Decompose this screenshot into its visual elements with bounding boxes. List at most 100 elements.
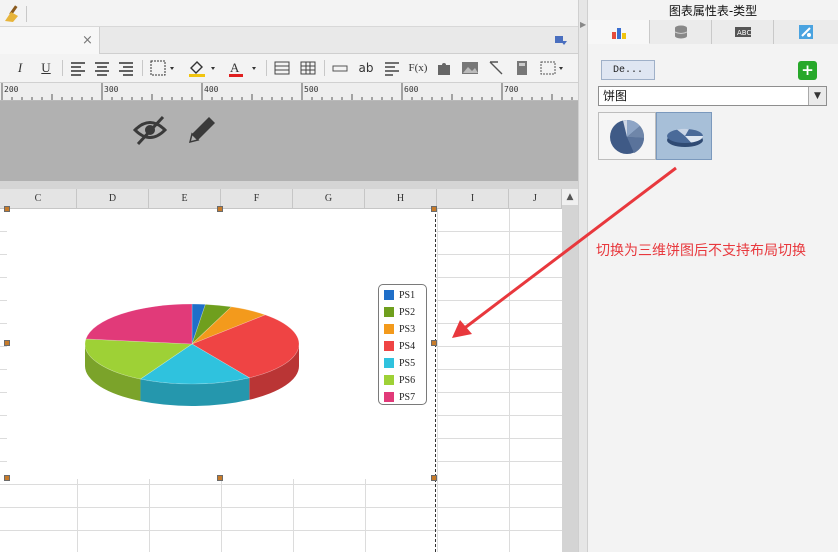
chart-type-icon <box>611 27 626 39</box>
add-icon[interactable]: + <box>798 61 817 80</box>
puzzle-icon[interactable] <box>434 58 454 78</box>
tab-style[interactable]: ABC <box>712 20 774 44</box>
text-icon[interactable]: ab <box>356 58 376 78</box>
chevron-down-icon[interactable]: ▼ <box>808 87 826 105</box>
grid-column-line <box>437 209 438 552</box>
legend-label: PS6 <box>399 374 416 386</box>
column-header-f[interactable]: F <box>221 189 293 209</box>
resize-handle[interactable] <box>4 206 10 212</box>
column-header-d[interactable]: D <box>77 189 149 209</box>
title-strip <box>0 0 578 27</box>
font-color-icon[interactable]: A <box>226 58 260 78</box>
ruler-label: 400 <box>204 85 219 94</box>
resize-handle[interactable] <box>4 340 10 346</box>
resize-handle[interactable] <box>431 340 437 346</box>
align-right-icon[interactable] <box>116 58 136 78</box>
pie-3d-icon <box>667 128 703 147</box>
divider <box>26 6 27 22</box>
toolbar-separator <box>266 60 267 76</box>
merge-icon[interactable] <box>272 58 292 78</box>
fill-color-icon[interactable] <box>186 58 218 78</box>
legend-item: PS2 <box>384 305 415 319</box>
legend-label: PS4 <box>399 340 416 352</box>
legend-swatch <box>384 324 394 334</box>
resize-handle[interactable] <box>217 475 223 481</box>
svg-text:A: A <box>230 60 240 75</box>
legend-item: PS6 <box>384 373 415 387</box>
ruler-label: 600 <box>404 85 419 94</box>
toolbar-separator <box>142 60 143 76</box>
text-style-icon: ABC <box>734 27 751 37</box>
legend-item: PS4 <box>384 339 415 353</box>
annotation-text: 切换为三维饼图后不支持布局切换 <box>596 243 806 259</box>
resize-handle[interactable] <box>4 475 10 481</box>
borders-icon[interactable] <box>148 58 176 78</box>
legend-label: PS2 <box>399 306 416 318</box>
chart-area[interactable] <box>7 209 435 479</box>
tab-chart-type[interactable] <box>588 20 650 44</box>
column-header-e[interactable]: E <box>149 189 221 209</box>
frame-icon[interactable] <box>538 58 566 78</box>
image-icon[interactable] <box>460 58 480 78</box>
tab-effects[interactable] <box>774 20 838 44</box>
resize-handle[interactable] <box>217 206 223 212</box>
pie-slice-ps7 <box>85 303 193 345</box>
column-header-g[interactable]: G <box>293 189 365 209</box>
legend-label: PS3 <box>399 323 416 335</box>
resize-handle[interactable] <box>431 475 437 481</box>
chart-type-value: 饼图 <box>603 89 628 103</box>
document-icon[interactable] <box>512 58 532 78</box>
chart-type-select[interactable] <box>598 86 827 106</box>
toolbar-separator <box>324 60 325 76</box>
edit-pencil-icon[interactable] <box>185 113 219 147</box>
legend-label: PS1 <box>399 289 416 301</box>
resize-handle[interactable] <box>431 206 437 212</box>
align-center-icon[interactable] <box>92 58 112 78</box>
panel-menu-icon[interactable] <box>554 35 568 47</box>
hide-icon[interactable] <box>132 113 168 147</box>
legend-swatch <box>384 290 394 300</box>
legend-swatch <box>384 307 394 317</box>
paragraph-icon[interactable] <box>382 58 402 78</box>
database-icon <box>674 25 687 39</box>
legend-item: PS3 <box>384 322 415 336</box>
pie-3d-thumb[interactable] <box>656 112 712 160</box>
legend-item: PS7 <box>384 390 415 404</box>
column-header-c[interactable]: C <box>0 189 77 209</box>
ruler-label: 700 <box>504 85 519 94</box>
ruler-ticks <box>1 83 573 100</box>
pie-chart-svg <box>84 303 300 406</box>
legend-label: PS7 <box>399 391 416 403</box>
broom-icon[interactable] <box>3 3 23 23</box>
underline-icon[interactable]: U <box>36 58 56 78</box>
horizontal-ruler: 200 300 400 500 600 700 <box>0 83 578 101</box>
ruler-label: 500 <box>304 85 319 94</box>
document-tab[interactable]: × <box>0 27 100 54</box>
tab-data[interactable] <box>650 20 712 44</box>
line-icon[interactable] <box>486 58 506 78</box>
page-boundary-line <box>435 209 436 552</box>
close-tab-icon[interactable]: × <box>82 33 93 48</box>
effects-icon <box>799 25 813 39</box>
toolbar-separator <box>62 60 63 76</box>
italic-icon[interactable]: I <box>10 58 30 78</box>
property-tabs: ABC <box>588 20 838 44</box>
ruler-label: 200 <box>4 85 19 94</box>
collapse-arrow-icon[interactable]: ▶ <box>580 20 586 29</box>
data-series-button[interactable]: De... <box>601 60 655 80</box>
column-header-h[interactable]: H <box>365 189 437 209</box>
chart-legend[interactable]: PS1 PS2 PS3 PS4 PS5 PS6 PS7 <box>378 284 427 405</box>
formula-icon[interactable]: F(x) <box>406 58 430 78</box>
ruler-label: 300 <box>104 85 119 94</box>
grid-row-line <box>0 484 562 485</box>
pie-2d-thumb[interactable] <box>598 112 656 160</box>
grid-row-line <box>0 507 562 508</box>
legend-swatch <box>384 358 394 368</box>
pie-2d-icon <box>610 119 645 154</box>
table-icon[interactable] <box>298 58 318 78</box>
field-icon[interactable] <box>330 58 350 78</box>
grid-row-line <box>0 530 562 531</box>
svg-text:ABC: ABC <box>737 29 751 37</box>
legend-label: PS5 <box>399 357 416 369</box>
align-left-icon[interactable] <box>68 58 88 78</box>
